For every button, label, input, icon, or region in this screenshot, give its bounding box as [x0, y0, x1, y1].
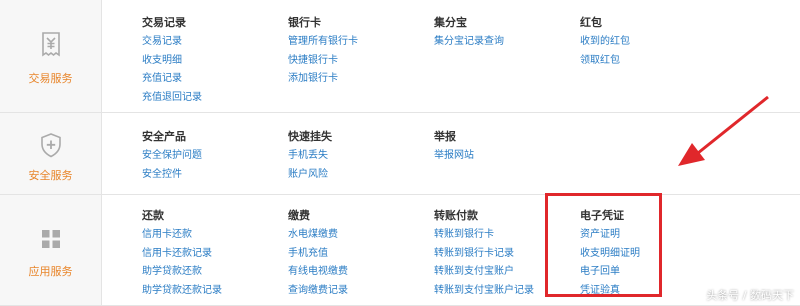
watermark: 头条号 / 数码天下	[706, 289, 794, 302]
annotation-arrow-icon	[678, 95, 769, 166]
